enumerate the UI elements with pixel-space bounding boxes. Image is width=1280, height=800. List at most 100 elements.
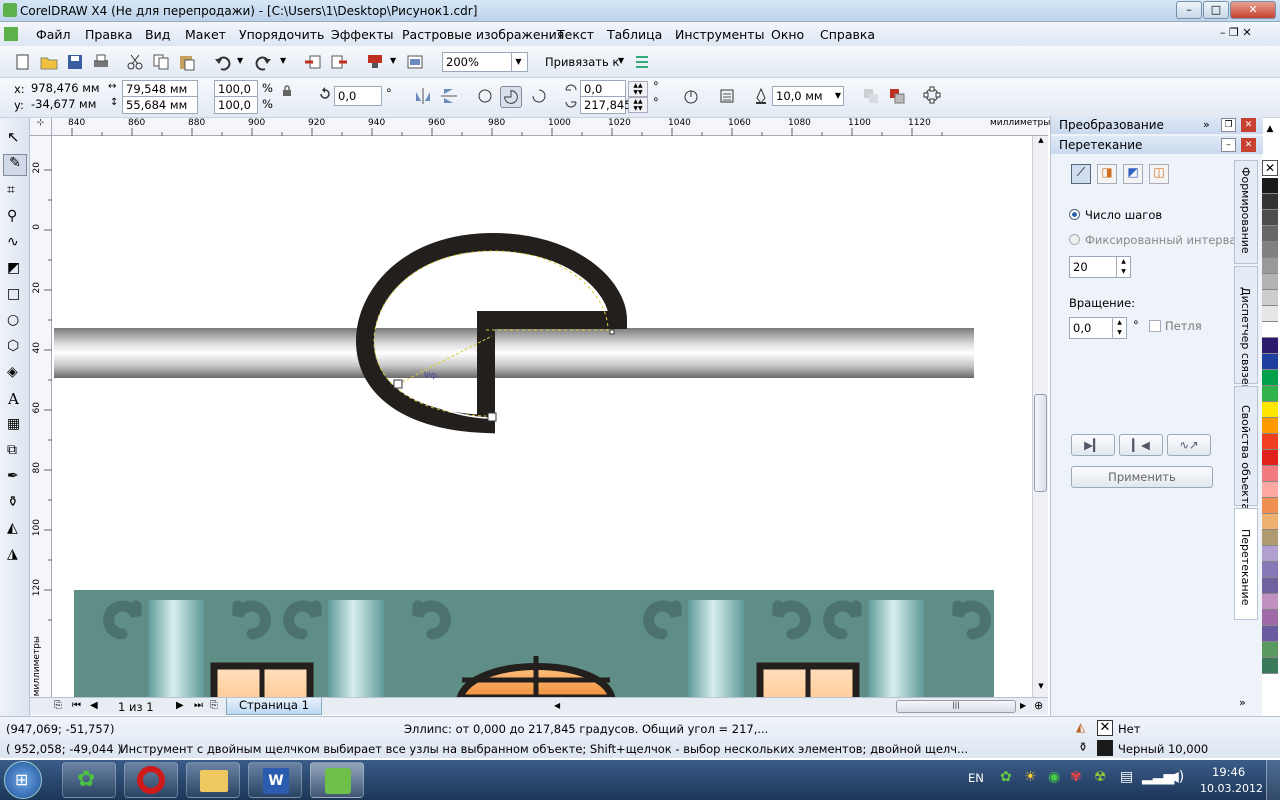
page-tab[interactable]: Страница 1 — [226, 698, 322, 715]
palette-swatch[interactable] — [1262, 322, 1278, 338]
palette-swatch[interactable] — [1262, 626, 1278, 642]
outline-width-select[interactable]: 10,0 мм ▼ — [772, 86, 844, 106]
mirror-horizontal-icon[interactable] — [414, 87, 432, 105]
palette-swatch[interactable] — [1262, 450, 1278, 466]
smart-fill-tool-icon[interactable]: ◩ — [7, 260, 20, 276]
tab-blend[interactable]: Перетекание — [1234, 508, 1258, 620]
clock-time[interactable]: 19:46 — [1212, 765, 1245, 779]
to-front-icon[interactable] — [862, 87, 880, 105]
taskbar-icq[interactable]: ✿ — [62, 762, 116, 798]
undo-icon[interactable] — [214, 53, 232, 71]
palette-swatch[interactable] — [1262, 610, 1278, 626]
change-direction-icon[interactable] — [682, 87, 700, 105]
show-desktop-button[interactable] — [1266, 760, 1280, 800]
maximize-button[interactable]: □ — [1203, 1, 1229, 19]
minimize-button[interactable]: – — [1176, 1, 1202, 19]
palette-swatch[interactable] — [1262, 258, 1278, 274]
convert-to-curves-icon[interactable] — [923, 86, 941, 104]
no-color-swatch[interactable]: ✕ — [1262, 160, 1278, 176]
lock-ratio-icon[interactable] — [280, 84, 294, 98]
docker-scroll-down-icon[interactable]: » — [1239, 696, 1246, 709]
text-tool-icon[interactable]: A — [8, 390, 19, 408]
pie-mode-icon[interactable] — [500, 86, 522, 108]
snap-to-button[interactable]: Привязать к — [545, 55, 619, 69]
document-icon[interactable] — [4, 27, 18, 41]
volume-icon[interactable]: ◀) — [1168, 769, 1184, 785]
palette-swatch[interactable] — [1262, 274, 1278, 290]
add-page-after-icon[interactable]: ⎘ — [210, 700, 218, 711]
wrap-text-icon[interactable] — [718, 87, 736, 105]
save-icon[interactable] — [66, 53, 84, 71]
palette-swatch[interactable] — [1262, 194, 1278, 210]
palette-swatch[interactable] — [1262, 514, 1278, 530]
blend-rotation-input[interactable]: 0,0 ▲ ▼ — [1069, 317, 1127, 339]
palette-swatch[interactable] — [1262, 434, 1278, 450]
tray-torrent-icon[interactable]: ◉ — [1048, 769, 1060, 785]
undo-dropdown-icon[interactable]: ▼ — [237, 56, 243, 65]
basic-shapes-tool-icon[interactable]: ◈ — [7, 364, 18, 380]
palette-up-icon[interactable]: ▲ — [1262, 124, 1278, 138]
menu-view[interactable]: Вид — [145, 27, 170, 42]
outline-width-dropdown-icon[interactable]: ▼ — [835, 87, 841, 105]
new-icon[interactable] — [14, 53, 32, 71]
collapse-icon[interactable]: – — [1221, 138, 1236, 152]
rectangle-tool-icon[interactable]: □ — [7, 286, 20, 302]
paste-icon[interactable] — [178, 53, 196, 71]
copy-icon[interactable] — [152, 53, 170, 71]
blend-acceleration-tab-icon[interactable]: ◨ — [1097, 164, 1117, 184]
menu-help[interactable]: Справка — [820, 27, 875, 42]
navigator-icon[interactable]: ⊕ — [1034, 699, 1043, 712]
palette-swatch[interactable] — [1262, 498, 1278, 514]
palette-swatch[interactable] — [1262, 578, 1278, 594]
application-launcher-icon[interactable] — [366, 53, 384, 71]
clock-date[interactable]: 10.03.2012 — [1200, 782, 1263, 795]
scroll-thumb[interactable] — [1034, 394, 1047, 492]
outline-tool-icon[interactable]: ⚱ — [7, 494, 19, 510]
horizontal-ruler[interactable]: 840 860 880 900 920 940 960 980 1000 102… — [52, 118, 1050, 136]
start-button[interactable]: ⊞ — [4, 761, 42, 799]
end-angle-spinner[interactable]: ▲▲ ▼▼ — [628, 97, 648, 113]
outline-color-swatch[interactable] — [1097, 740, 1113, 756]
close-button[interactable]: ✕ — [1230, 1, 1276, 19]
steps-radio[interactable] — [1069, 209, 1080, 220]
vertical-scrollbar[interactable]: ▲ ▼ — [1032, 136, 1048, 698]
blend-docker-header[interactable]: Перетекание – ✕ — [1051, 136, 1263, 154]
palette-swatch[interactable] — [1262, 530, 1278, 546]
language-indicator[interactable]: EN — [968, 771, 984, 785]
blend-path-button[interactable]: ∿↗ — [1167, 434, 1211, 456]
tab-object-properties[interactable]: Свойства объекта — [1234, 386, 1258, 510]
rotation-field[interactable]: 0,0 — [334, 86, 382, 106]
menu-window[interactable]: Окно — [771, 27, 804, 42]
menu-table[interactable]: Таблица — [607, 27, 662, 42]
scroll-up-icon[interactable]: ▲ — [1034, 136, 1048, 148]
table-tool-icon[interactable]: ▦ — [7, 416, 20, 432]
palette-swatch[interactable] — [1262, 242, 1278, 258]
blend-color-tab-icon[interactable]: ◩ — [1123, 164, 1143, 184]
taskbar-explorer[interactable] — [186, 762, 240, 798]
blend-end-button[interactable]: ▎◀ — [1119, 434, 1163, 456]
menu-arrange[interactable]: Упорядочить — [239, 27, 324, 42]
palette-swatch[interactable] — [1262, 370, 1278, 386]
menu-edit[interactable]: Правка — [85, 27, 133, 42]
menu-tools[interactable]: Инструменты — [675, 27, 764, 42]
apply-button[interactable]: Применить — [1071, 466, 1213, 488]
snap-dropdown-icon[interactable]: ▼ — [618, 56, 624, 65]
interactive-blend-tool-icon[interactable]: ⧉ — [7, 442, 17, 458]
palette-swatch[interactable] — [1262, 642, 1278, 658]
interactive-fill-tool-icon[interactable]: ◮ — [7, 546, 18, 562]
ruler-origin[interactable]: ⊹ — [30, 118, 52, 136]
welcome-screen-icon[interactable] — [406, 53, 424, 71]
palette-swatch[interactable] — [1262, 290, 1278, 306]
menu-effects[interactable]: Эффекты — [331, 27, 394, 42]
drawing-canvas[interactable]: Ψф — [52, 136, 1032, 698]
menu-bitmaps[interactable]: Растровые изображения — [402, 27, 564, 42]
doc-window-controls[interactable]: – ❐ ✕ — [1220, 26, 1252, 39]
redo-dropdown-icon[interactable]: ▼ — [280, 56, 286, 65]
palette-swatch[interactable] — [1262, 482, 1278, 498]
tray-antivirus-icon[interactable]: ✾ — [1070, 769, 1082, 785]
scroll-right-icon[interactable]: ▶ — [1020, 701, 1026, 710]
expand-icon[interactable]: » — [1203, 116, 1210, 134]
palette-swatch[interactable] — [1262, 546, 1278, 562]
zoom-tool-icon[interactable]: ⚲ — [7, 208, 17, 224]
palette-swatch[interactable] — [1262, 466, 1278, 482]
